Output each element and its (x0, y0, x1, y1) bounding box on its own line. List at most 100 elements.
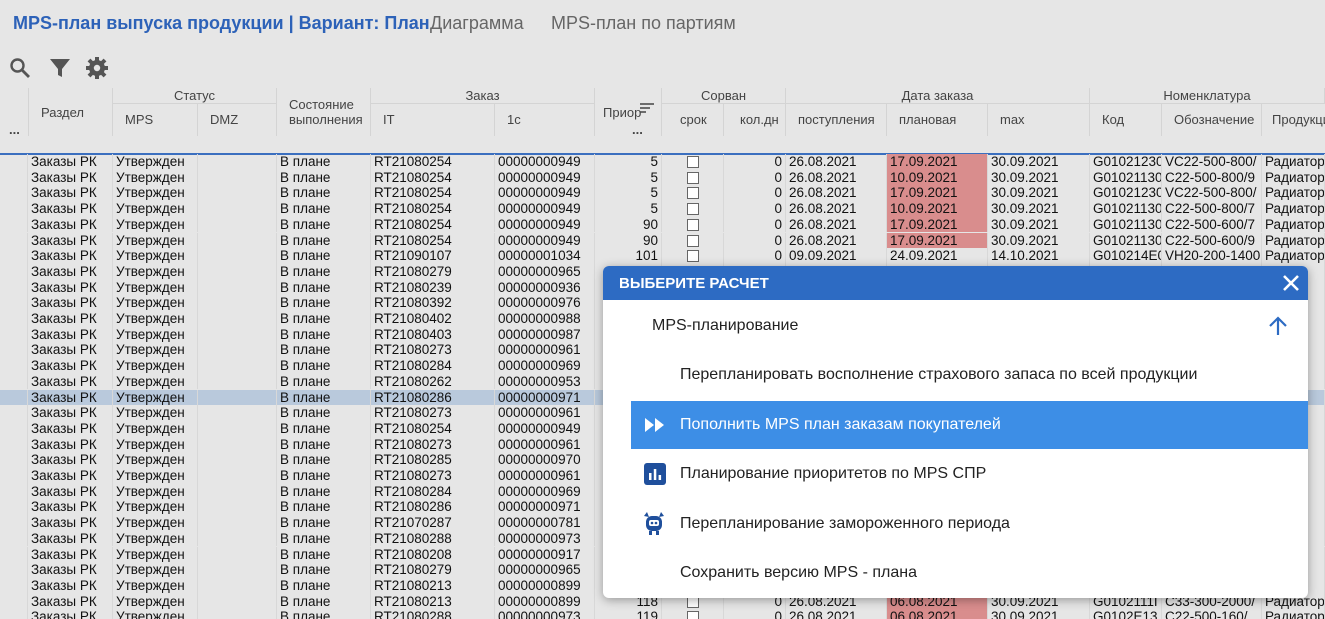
tab-mps-plan[interactable]: MPS-план выпуска продукции | Вариант: Пл… (13, 13, 430, 34)
mps-status-cell: Утвержден (113, 546, 198, 563)
priority-cell-text: 119 (636, 609, 658, 619)
close-icon[interactable] (1280, 272, 1302, 294)
table-row[interactable]: Заказы РК Утвержден В плане RT21080254 00000… (0, 216, 1325, 233)
filter-icon[interactable] (48, 56, 72, 80)
section-cell: Заказы РК (28, 546, 113, 563)
section-cell: Заказы РК (28, 515, 113, 531)
designation-cell-text: C22-500-800/7 (1165, 201, 1256, 217)
deadline-cell[interactable] (662, 169, 724, 186)
designation-cell-text: VH20-200-1400 (1165, 248, 1261, 264)
column-header-received[interactable]: поступления (786, 104, 887, 136)
deadline-cell[interactable] (662, 185, 724, 202)
deadline-cell[interactable] (662, 216, 724, 233)
deadline-cell[interactable] (662, 154, 724, 170)
collapse-arrow-icon[interactable] (1267, 315, 1289, 337)
column-header-1c[interactable]: 1с (495, 104, 595, 136)
mps-status-cell: Утвержден (113, 452, 198, 468)
table-row[interactable]: Заказы РК Утвержден В плане RT21080254 00000… (0, 185, 1325, 202)
filter-row[interactable] (0, 136, 1325, 155)
section-cell: Заказы РК (28, 593, 113, 610)
table-row[interactable]: Заказы РК Утвержден В плане RT21080254 00000… (0, 201, 1325, 217)
deadline-cell[interactable] (662, 248, 724, 264)
mps-status-cell: Утвержден (113, 279, 198, 296)
menu-item-replan-safety-stock[interactable]: Перепланировать восполнение страхового з… (631, 351, 1308, 399)
column-header-state[interactable]: Состояние выполнения (277, 88, 371, 136)
column-header-product[interactable]: Продукция (1262, 104, 1325, 136)
tab-diagram[interactable]: Диаграмма (430, 13, 524, 34)
column-header-section[interactable]: Раздел (28, 88, 113, 136)
section-cell-text: Заказы РК (31, 169, 97, 185)
product-cell-text: Радиатор (1265, 248, 1325, 264)
it-cell-text: RT21090107 (374, 248, 452, 264)
mps-status-cell-text: Утвержден (116, 373, 185, 389)
deadline-checkbox[interactable] (686, 611, 699, 619)
1c-cell-text: 00000000969 (498, 483, 581, 499)
1c-cell-text: 00000000973 (498, 609, 581, 619)
column-header-deadline[interactable]: срок (662, 104, 724, 136)
deadline-checkbox[interactable] (686, 250, 699, 263)
search-icon[interactable] (8, 56, 32, 80)
column-header-planned[interactable]: плановая (887, 104, 988, 136)
section-cell: Заказы РК (28, 373, 113, 390)
table-row[interactable]: Заказы РК Утвержден В плане RT21080254 00000… (0, 154, 1325, 170)
table-row[interactable]: Заказы РК Утвержден В плане RT21080254 00000… (0, 232, 1325, 249)
mps-status-cell: Утвержден (113, 405, 198, 421)
table-row[interactable]: Заказы РК Утвержден В плане RT21080288 00000… (0, 609, 1325, 619)
state-cell: В плане (277, 311, 371, 327)
deadline-checkbox[interactable] (686, 156, 699, 168)
dmz-cell (198, 311, 277, 327)
deadline-cell[interactable] (662, 232, 724, 249)
section-cell: Заказы РК (28, 248, 113, 264)
row-handle-cell (0, 499, 28, 516)
dmz-cell (198, 436, 277, 453)
mps-status-cell-text: Утвержден (116, 326, 185, 342)
mps-status-cell: Утвержден (113, 593, 198, 610)
deadline-checkbox[interactable] (686, 234, 699, 247)
designation-cell: VH20-200-1400 (1162, 248, 1262, 264)
state-cell-text: В плане (280, 232, 331, 248)
section-header[interactable]: MPS-планирование (652, 317, 798, 335)
column-header-designation[interactable]: Обозначение (1162, 104, 1262, 136)
deadline-checkbox[interactable] (686, 187, 699, 200)
1c-cell: 00000000949 (495, 201, 595, 217)
table-row[interactable]: Заказы РК Утвержден В плане RT21080254 00000… (0, 169, 1325, 186)
column-header-max[interactable]: max (988, 104, 1090, 136)
tab-mps-batches[interactable]: MPS-план по партиям (551, 13, 736, 34)
planned-date-cell: 24.09.2021 (887, 248, 988, 264)
column-header-mps[interactable]: MPS (113, 104, 198, 136)
row-handle-cell (0, 342, 28, 359)
1c-cell: 00000000949 (495, 169, 595, 186)
table-row[interactable]: Заказы РК Утвержден В плане RT21090107 00000… (0, 248, 1325, 264)
menu-item-replan-frozen-period[interactable]: Перепланирование замороженного периода (631, 500, 1308, 548)
priority-cell-text: 90 (642, 216, 658, 232)
received-date-cell: 26.08.2021 (786, 609, 887, 619)
column-header-days[interactable]: кол.дн (724, 104, 786, 136)
column-header-dmz[interactable]: DMZ (198, 104, 277, 136)
priority-cell-text: 5 (650, 169, 658, 185)
designation-cell-text: C22-500-160/ (1165, 609, 1248, 619)
code-cell-text: G0102E13 (1093, 609, 1158, 619)
sort-icon[interactable] (640, 102, 654, 117)
designation-cell: VC22-500-800/ (1162, 185, 1262, 202)
1c-cell-text: 00000000949 (498, 169, 581, 185)
deadline-cell[interactable] (662, 201, 724, 217)
1c-cell: 00000000976 (495, 295, 595, 311)
menu-item-priority-planning[interactable]: Планирование приоритетов по MPS СПР (631, 450, 1308, 498)
column-menu-more[interactable]: ... (9, 122, 20, 137)
mps-status-cell: Утвержден (113, 201, 198, 217)
column-menu-priority[interactable]: ... (632, 122, 643, 137)
section-cell: Заказы РК (28, 311, 113, 327)
section-cell-text: Заказы РК (31, 452, 97, 468)
deadline-checkbox[interactable] (686, 171, 699, 184)
deadline-checkbox[interactable] (686, 218, 699, 231)
column-header-it[interactable]: IT (371, 104, 495, 136)
column-header-code[interactable]: Код (1090, 104, 1162, 136)
section-cell: Заказы РК (28, 216, 113, 233)
menu-item-save-mps-version[interactable]: Сохранить версию MPS - плана (631, 549, 1308, 597)
gear-icon[interactable] (85, 56, 109, 80)
state-cell-text: В плане (280, 201, 331, 217)
menu-item-fill-mps-customer-orders[interactable]: Пополнить MPS план заказам покупателей (631, 401, 1308, 449)
state-cell: В плане (277, 358, 371, 374)
deadline-cell[interactable] (662, 609, 724, 619)
deadline-checkbox[interactable] (686, 203, 699, 216)
